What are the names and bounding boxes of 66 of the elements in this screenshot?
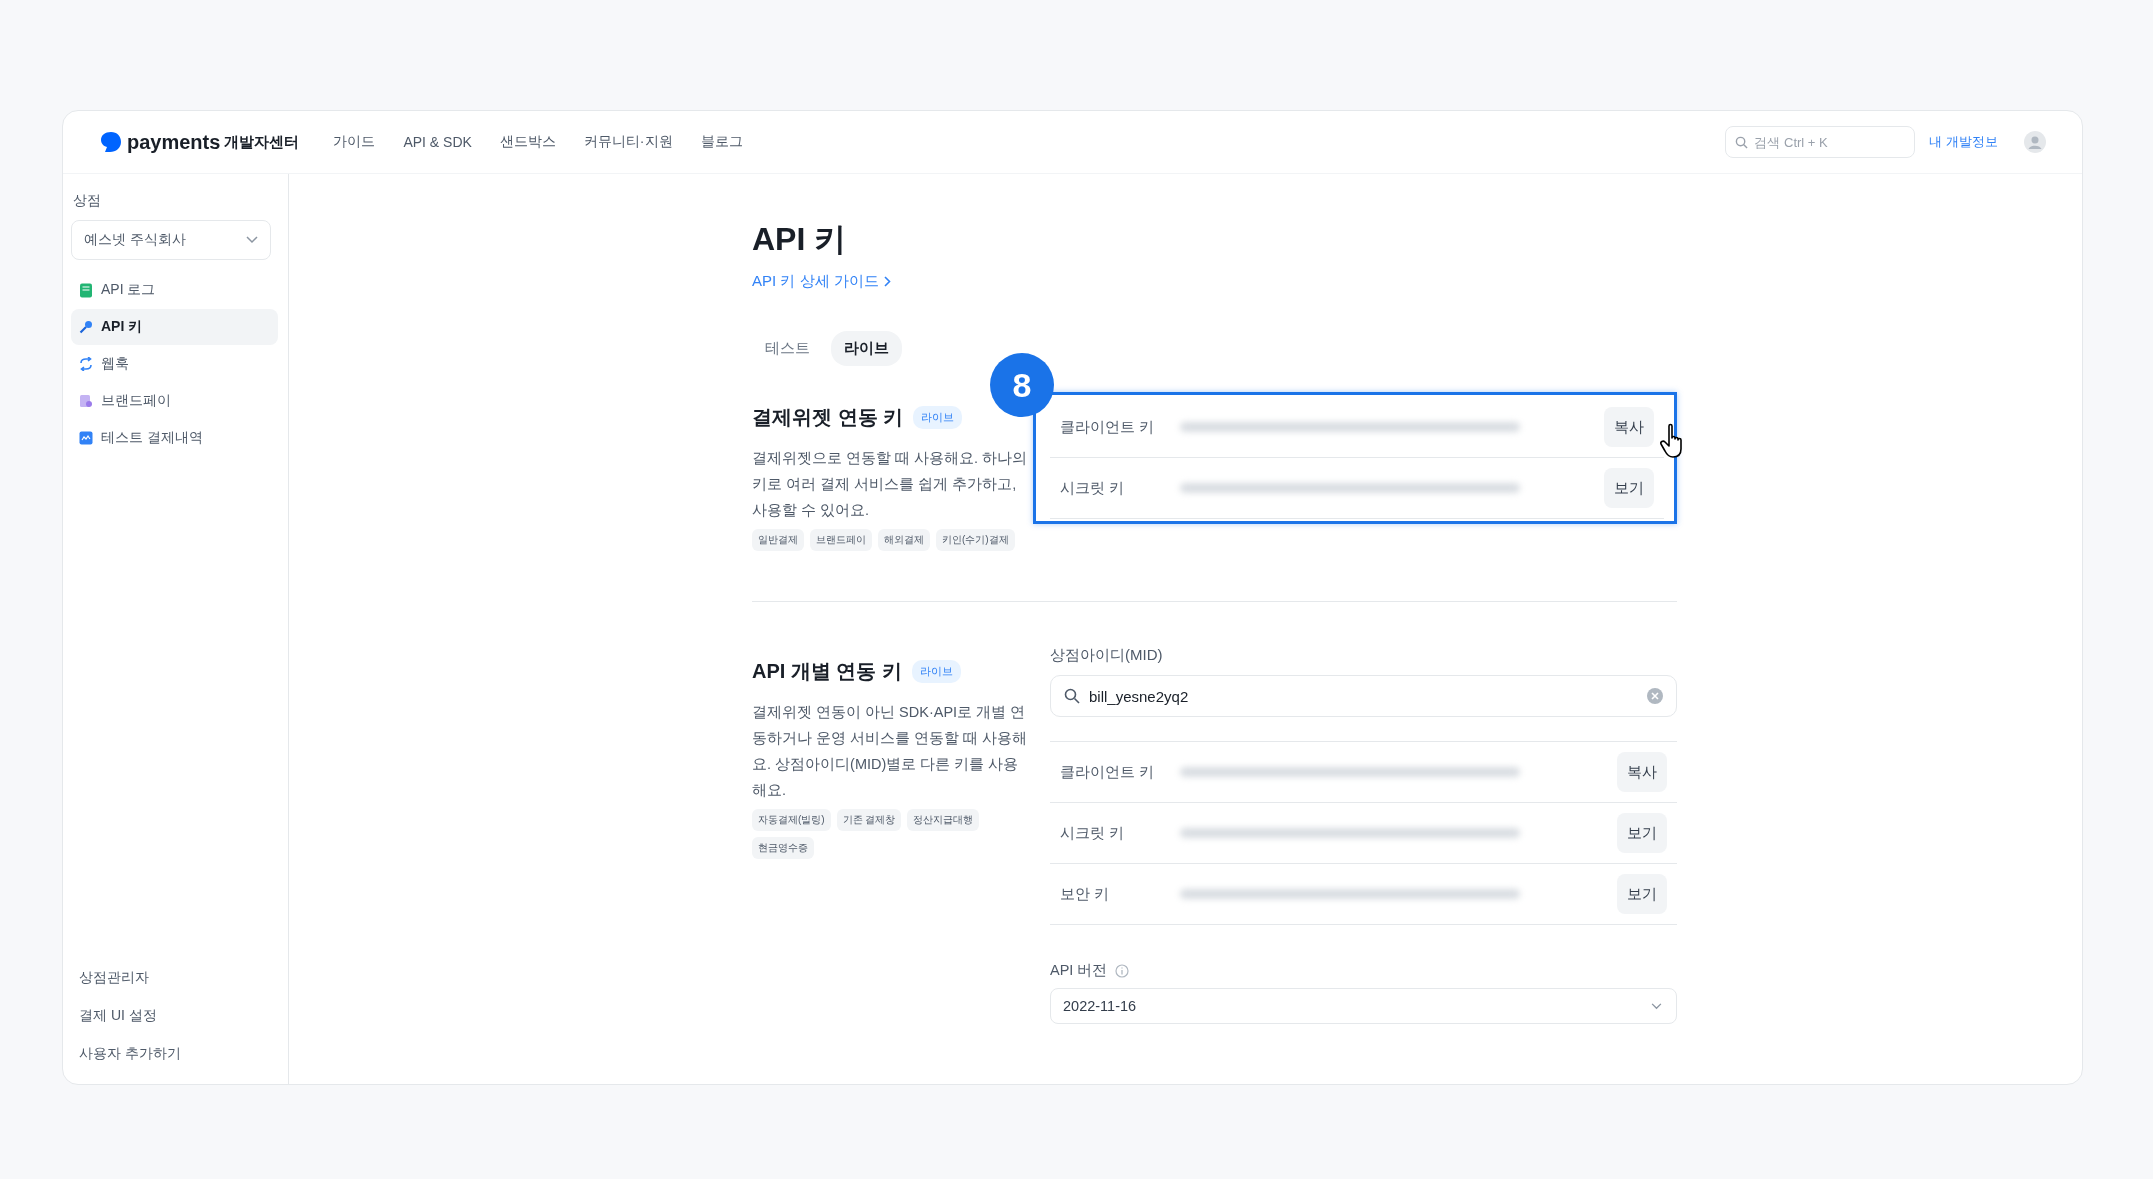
version-select[interactable]: 2022-11-16 — [1050, 988, 1677, 1024]
section-description: 결제위젯 연동이 아닌 SDK·API로 개별 연동하거나 운영 서비스를 연동할 때 사용해요. 상점아이디(MID)별로 다른 키를 사용해요. — [752, 703, 1029, 800]
search-icon — [1064, 688, 1080, 704]
sidebar-item[interactable]: 테스트 결제내역 — [71, 420, 278, 456]
guide-link[interactable]: API 키 상세 가이드 — [752, 272, 891, 291]
key-action-button[interactable]: 보기 — [1617, 813, 1667, 853]
sidebar-link[interactable]: 사용자 추가하기 — [71, 1034, 278, 1072]
chart-icon — [79, 431, 93, 445]
logo-icon — [99, 130, 123, 154]
nav-link[interactable]: 블로그 — [700, 133, 743, 151]
tab[interactable]: 테스트 — [752, 331, 823, 366]
key-action-button[interactable]: 복사 — [1617, 752, 1667, 792]
key-icon — [79, 320, 93, 334]
section-label: 상점 — [72, 192, 102, 210]
status-badge: 라이브 — [913, 406, 963, 429]
key-label: 시크릿 키 — [1060, 823, 1126, 843]
key-label: 클라이언트 키 — [1060, 762, 1156, 782]
sidebar-item[interactable]: 웹훅 — [71, 346, 278, 382]
key-action-button[interactable]: 복사 — [1604, 407, 1654, 447]
section-title: 결제위젯 연동 키 — [752, 405, 904, 430]
tag: 해외결제 — [878, 529, 930, 551]
tag: 자동결제(빌링) — [752, 809, 831, 831]
page-title: API 키 — [752, 220, 848, 259]
nav-link[interactable]: API & SDK — [403, 134, 472, 150]
field-label: 상점아이디(MID) — [1050, 646, 1164, 665]
card-icon — [79, 394, 93, 408]
key-label: 클라이언트 키 — [1060, 417, 1156, 437]
field-label: API 버전 — [1050, 961, 1108, 980]
tag: 브랜드페이 — [810, 529, 872, 551]
section-title: API 개별 연동 키 — [752, 659, 902, 684]
sidebar-item[interactable]: API 키 — [71, 309, 278, 345]
nav-link[interactable]: 가이드 — [333, 133, 376, 151]
search-field[interactable]: 검색 Ctrl + K — [1725, 126, 1916, 158]
clear-icon[interactable] — [1647, 688, 1663, 704]
tag: 기존 결제창 — [836, 809, 902, 831]
avatar-icon[interactable] — [2024, 131, 2046, 153]
sidebar-item[interactable]: 브랜드페이 — [71, 383, 278, 419]
account-link[interactable]: 내 개발정보 — [1929, 133, 1998, 151]
section-description: 결제위젯으로 연동할 때 사용해요. 하나의 키로 여러 결제 서비스를 쉽게 추가하고, 사용할 수 있어요. — [752, 449, 1029, 520]
store-select[interactable]: 예스넷 주식회사 — [71, 220, 271, 260]
document-icon — [79, 282, 93, 298]
step-number-badge: 8 — [990, 353, 1054, 417]
tag: 현금영수증 — [752, 837, 814, 859]
status-badge: 라이브 — [912, 660, 961, 683]
search-icon — [1735, 136, 1749, 149]
sidebar-link[interactable]: 결제 UI 설정 — [71, 996, 278, 1034]
key-action-button[interactable]: 보기 — [1604, 468, 1654, 508]
nav-link[interactable]: 커뮤니티·지원 — [583, 133, 673, 151]
sidebar-link[interactable]: 상점관리자 — [71, 958, 278, 996]
key-action-button[interactable]: 보기 — [1617, 874, 1667, 914]
logo-text[interactable]: payments — [127, 130, 221, 154]
info-icon[interactable] — [1115, 963, 1130, 978]
tag: 키인(수기)결제 — [936, 529, 1015, 551]
chevron-down-icon — [246, 236, 258, 244]
key-label: 보안 키 — [1060, 884, 1111, 904]
sync-icon — [79, 357, 93, 371]
chevron-down-icon — [1651, 1002, 1662, 1010]
chevron-right-icon — [883, 276, 891, 287]
search-field[interactable]: bill_yesne2yq2 — [1050, 675, 1677, 717]
logo-subtitle[interactable]: 개발자센터 — [224, 132, 300, 152]
tag: 정산지급대행 — [907, 809, 980, 831]
tab[interactable]: 라이브 — [831, 331, 902, 366]
tag: 일반결제 — [752, 529, 804, 551]
key-label: 시크릿 키 — [1060, 478, 1126, 498]
nav-link[interactable]: 샌드박스 — [499, 133, 556, 151]
sidebar-item[interactable]: API 로그 — [71, 272, 278, 308]
